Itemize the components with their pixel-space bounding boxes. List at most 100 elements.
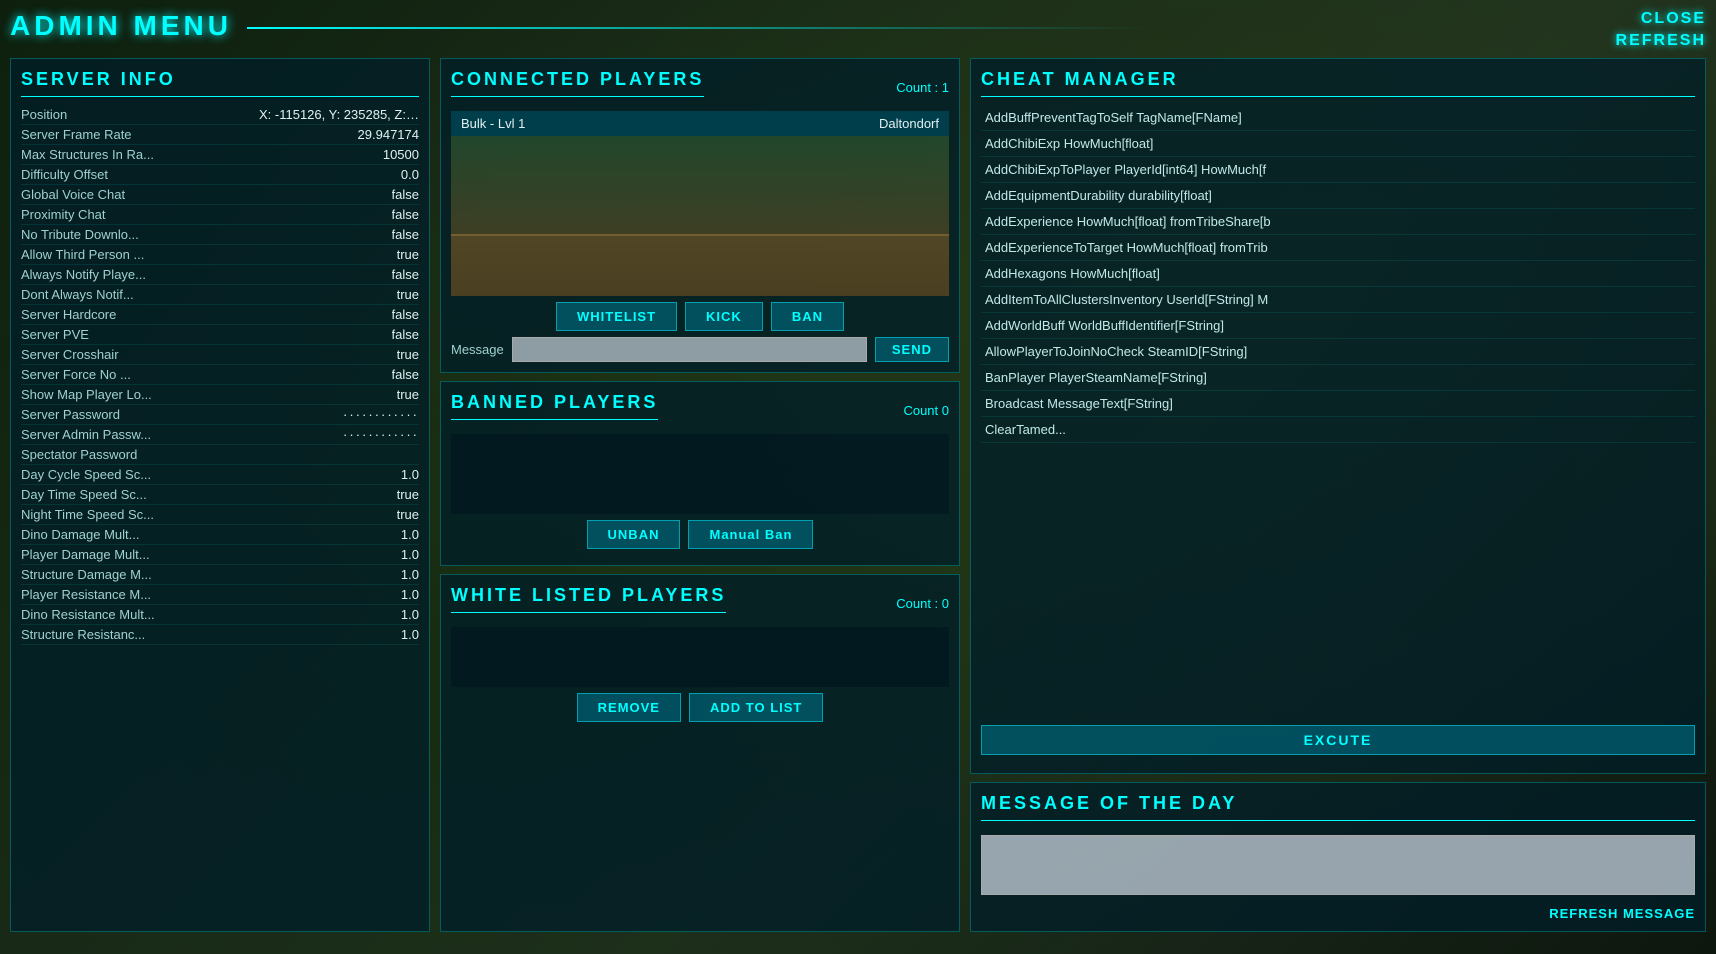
- info-label: Server PVE: [21, 327, 89, 342]
- banned-players-header: BANNED PLAYERS Count 0: [451, 392, 949, 428]
- cheat-item[interactable]: AddBuffPreventTagToSelf TagName[FName]: [981, 105, 1695, 131]
- cheat-item[interactable]: AllowPlayerToJoinNoCheck SteamID[FString…: [981, 339, 1695, 365]
- kick-button[interactable]: KICK: [685, 302, 763, 331]
- motd-input[interactable]: [981, 835, 1695, 895]
- ban-button[interactable]: BAN: [771, 302, 844, 331]
- info-label: Show Map Player Lo...: [21, 387, 152, 402]
- info-value: true: [397, 507, 419, 522]
- whitelist-list: [451, 627, 949, 687]
- info-row: Proximity Chatfalse: [21, 205, 419, 225]
- info-row: Server Frame Rate 29.947174: [21, 125, 419, 145]
- info-row: Dino Damage Mult...1.0: [21, 525, 419, 545]
- info-label: Server Frame Rate: [21, 127, 132, 142]
- info-value: 1.0: [401, 587, 419, 602]
- info-row: Server Hardcore false: [21, 305, 419, 325]
- middle-col: CONNECTED PLAYERS Count : 1 Bulk - Lvl 1…: [440, 58, 960, 932]
- info-row: No Tribute Downlo...false: [21, 225, 419, 245]
- server-info-panel: SERVER INFO Position X: -115126, Y: 23528…: [10, 58, 430, 932]
- info-row: Server Admin Passw...············: [21, 425, 419, 445]
- info-row: Always Notify Playe... false: [21, 265, 419, 285]
- info-row: Position X: -115126, Y: 235285, Z: -1086: [21, 105, 419, 125]
- send-button[interactable]: SEND: [875, 337, 949, 362]
- table-row[interactable]: Bulk - Lvl 1 Daltondorf: [451, 111, 949, 136]
- cheat-item[interactable]: AddExperienceToTarget HowMuch[float] fro…: [981, 235, 1695, 261]
- cheat-item[interactable]: AddHexagons HowMuch[float]: [981, 261, 1695, 287]
- cheat-item[interactable]: AddEquipmentDurability durability[float]: [981, 183, 1695, 209]
- info-row: Player Resistance M... 1.0: [21, 585, 419, 605]
- info-value: 29.947174: [358, 127, 419, 142]
- motd-panel: MESSAGE OF THE DAY REFRESH MESSAGE: [970, 782, 1706, 932]
- refresh-button[interactable]: REFRESH: [1616, 32, 1706, 50]
- info-label: Player Damage Mult...: [21, 547, 150, 562]
- info-row: Dont Always Notif...true: [21, 285, 419, 305]
- cheat-list: AddBuffPreventTagToSelf TagName[FName]Ad…: [981, 105, 1695, 719]
- info-value: X: -115126, Y: 235285, Z: -1086: [259, 107, 419, 122]
- whitelist-panel: WHITE LISTED PLAYERS Count : 0 REMOVE AD…: [440, 574, 960, 932]
- info-label: Day Time Speed Sc...: [21, 487, 147, 502]
- info-row: Server Password ············: [21, 405, 419, 425]
- connected-players-panel: CONNECTED PLAYERS Count : 1 Bulk - Lvl 1…: [440, 58, 960, 373]
- info-label: Player Resistance M...: [21, 587, 151, 602]
- execute-button[interactable]: EXCUTE: [981, 725, 1695, 755]
- info-row: Player Damage Mult...1.0: [21, 545, 419, 565]
- banned-players-title: BANNED PLAYERS: [451, 392, 658, 420]
- whitelist-button[interactable]: WHITELIST: [556, 302, 677, 331]
- remove-button[interactable]: REMOVE: [577, 693, 681, 722]
- unban-button[interactable]: UNBAN: [587, 520, 681, 549]
- info-label: Server Password: [21, 407, 120, 422]
- info-row: Night Time Speed Sc... true: [21, 505, 419, 525]
- connected-players-header: CONNECTED PLAYERS Count : 1: [451, 69, 949, 105]
- info-value: 10500: [383, 147, 419, 162]
- info-label: Allow Third Person ...: [21, 247, 144, 262]
- info-label: Server Hardcore: [21, 307, 116, 322]
- info-value: 1.0: [401, 607, 419, 622]
- message-input[interactable]: [512, 337, 867, 362]
- info-value: 1.0: [401, 467, 419, 482]
- cheat-item[interactable]: ClearTamed...: [981, 417, 1695, 443]
- cheat-item[interactable]: AddWorldBuff WorldBuffIdentifier[FString…: [981, 313, 1695, 339]
- close-button[interactable]: CLOSE: [1641, 10, 1706, 28]
- cheat-item[interactable]: AddExperience HowMuch[float] fromTribeSh…: [981, 209, 1695, 235]
- banned-player-list: [451, 434, 949, 514]
- info-value: false: [392, 267, 419, 282]
- cheat-manager-panel: CHEAT MANAGER AddBuffPreventTagToSelf Ta…: [970, 58, 1706, 774]
- manual-ban-button[interactable]: Manual Ban: [688, 520, 813, 549]
- info-label: Dont Always Notif...: [21, 287, 134, 302]
- player-list: Bulk - Lvl 1 Daltondorf: [451, 111, 949, 296]
- game-scene: [451, 136, 949, 296]
- info-label: Always Notify Playe...: [21, 267, 146, 282]
- cheat-item[interactable]: AddChibiExpToPlayer PlayerId[int64] HowM…: [981, 157, 1695, 183]
- info-row: Max Structures In Ra...10500: [21, 145, 419, 165]
- header-buttons: CLOSE REFRESH: [1616, 10, 1706, 50]
- player-action-buttons: WHITELIST KICK BAN: [451, 302, 949, 331]
- right-col: CHEAT MANAGER AddBuffPreventTagToSelf Ta…: [970, 58, 1706, 932]
- info-value: true: [397, 487, 419, 502]
- refresh-message-button[interactable]: REFRESH MESSAGE: [1549, 906, 1695, 921]
- cheat-item[interactable]: BanPlayer PlayerSteamName[FString]: [981, 365, 1695, 391]
- header: ADMIN MENU CLOSE REFRESH: [10, 10, 1706, 50]
- whitelist-action-buttons: REMOVE ADD TO LIST: [451, 693, 949, 722]
- info-row: Allow Third Person ...true: [21, 245, 419, 265]
- add-to-list-button[interactable]: ADD TO LIST: [689, 693, 823, 722]
- connected-count: Count : 1: [896, 80, 949, 95]
- info-value: ············: [343, 427, 419, 442]
- cheat-item[interactable]: AddChibiExp HowMuch[float]: [981, 131, 1695, 157]
- cheat-item[interactable]: Broadcast MessageText[FString]: [981, 391, 1695, 417]
- info-value: false: [392, 307, 419, 322]
- info-row: Server PVEfalse: [21, 325, 419, 345]
- server-info-rows: Position X: -115126, Y: 235285, Z: -1086 S…: [21, 105, 419, 645]
- info-row: Spectator Password: [21, 445, 419, 465]
- info-row: Day Cycle Speed Sc...1.0: [21, 465, 419, 485]
- info-value: true: [397, 387, 419, 402]
- info-row: Show Map Player Lo... true: [21, 385, 419, 405]
- cheat-item[interactable]: AddItemToAllClustersInventory UserId[FSt…: [981, 287, 1695, 313]
- banned-count: Count 0: [903, 403, 949, 418]
- info-row: Structure Resistanc...1.0: [21, 625, 419, 645]
- info-value: false: [392, 227, 419, 242]
- info-label: Position: [21, 107, 67, 122]
- info-label: Night Time Speed Sc...: [21, 507, 154, 522]
- server-info-title: SERVER INFO: [21, 69, 419, 97]
- info-value: ············: [343, 407, 419, 422]
- info-value: false: [392, 367, 419, 382]
- message-row: Message SEND: [451, 337, 949, 362]
